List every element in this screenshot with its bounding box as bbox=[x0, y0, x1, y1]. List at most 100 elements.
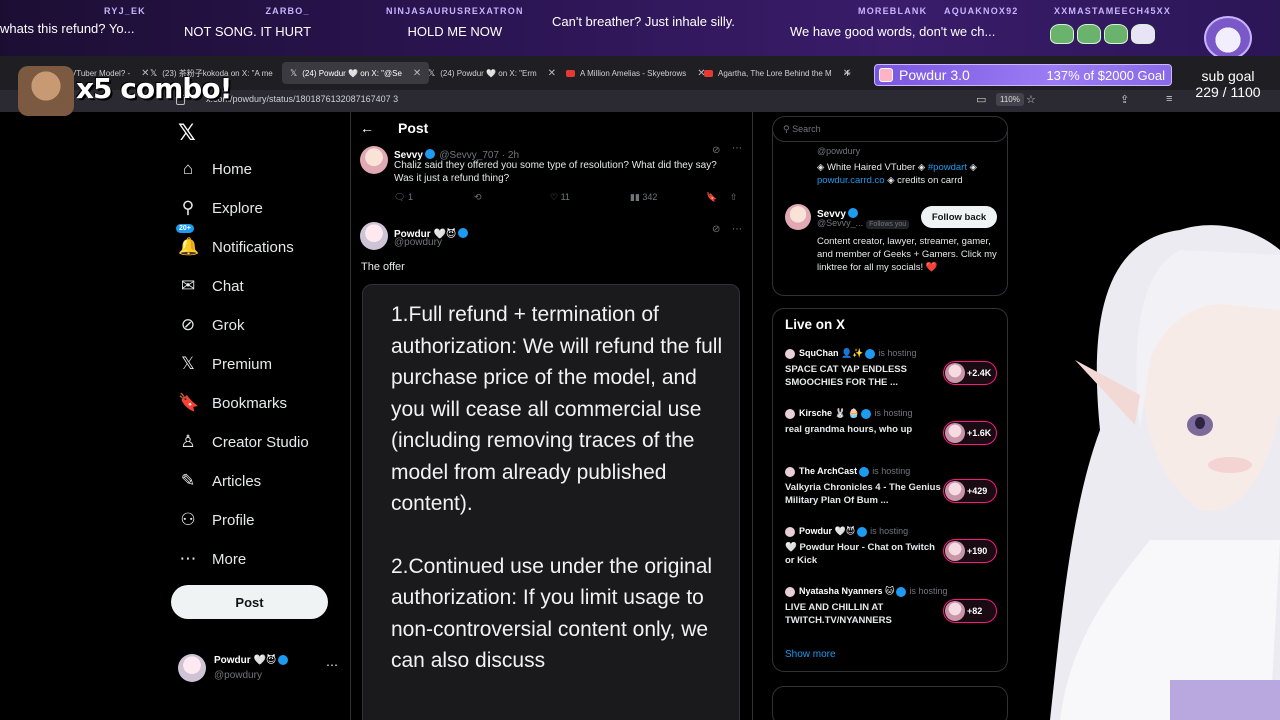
avatar bbox=[945, 363, 965, 383]
search-icon: ⚲ bbox=[181, 198, 195, 217]
grok-icon[interactable]: ⊘ bbox=[712, 224, 720, 235]
listener-count-pill[interactable]: +1.6K bbox=[943, 421, 997, 445]
back-arrow-icon[interactable]: ← bbox=[360, 120, 374, 136]
live-space-row[interactable]: SquChan 👤✨ is hosting SPACE CAT YAP ENDLES… bbox=[785, 347, 999, 397]
more-dots-icon[interactable]: ⋯ bbox=[732, 224, 742, 235]
sub-goal-widget: sub goal 229 / 1100 bbox=[1176, 68, 1280, 100]
listener-count-pill[interactable]: +82 bbox=[943, 599, 997, 623]
nav-item-more[interactable]: ⋯ More bbox=[178, 546, 247, 572]
reply-tweet[interactable]: Sevvy @Sevvy_707 · 2h ⊘ ⋯ Chaliz said th… bbox=[360, 142, 750, 214]
nav-item-home[interactable]: ⌂ Home bbox=[178, 156, 252, 182]
nav-item-label: Notifications bbox=[212, 238, 294, 256]
x-logo-icon[interactable]: 𝕏 bbox=[178, 120, 196, 146]
verified-badge-icon bbox=[857, 526, 868, 537]
nav-item-label: Home bbox=[212, 160, 253, 178]
page-title: Post bbox=[398, 120, 429, 136]
zoom-indicator[interactable]: 110% bbox=[996, 93, 1024, 106]
account-name: Powdur 🤍😈 bbox=[214, 655, 289, 666]
host-name: The ArchCast is hosting bbox=[799, 466, 911, 477]
nav-item-profile[interactable]: ⚇ Profile bbox=[178, 507, 254, 533]
ticker-message: ZARBO_ NOT SONG. IT HURT bbox=[184, 6, 312, 39]
live-space-row[interactable]: The ArchCast is hosting Valkyria Chronicle… bbox=[785, 465, 999, 515]
profile-icon: ⚇ bbox=[180, 510, 196, 529]
retweet-icon[interactable]: ⟲ bbox=[474, 192, 482, 203]
follows-you-badge: Follows you bbox=[866, 220, 910, 229]
ghost-emote-icon bbox=[1131, 24, 1155, 44]
account-switcher[interactable]: Powdur 🤍😈 @powdury ⋯ bbox=[178, 652, 348, 688]
browser-tab[interactable]: A Million Amelias - Skyebrows ✕ bbox=[558, 62, 714, 84]
listener-count-pill[interactable]: +429 bbox=[943, 479, 997, 503]
frog-emote-icon bbox=[1077, 24, 1101, 44]
sidebar-card bbox=[772, 686, 1008, 720]
notification-count-badge: 20+ bbox=[176, 224, 194, 233]
space-title: Valkyria Chronicles 4 - The Genius Milit… bbox=[785, 482, 941, 506]
show-more-link[interactable]: Show more bbox=[785, 649, 836, 660]
browser-tab[interactable]: Agartha, The Lore Behind the M ✕ bbox=[696, 62, 859, 84]
grok-icon[interactable]: ⊘ bbox=[712, 145, 720, 156]
close-tab-icon[interactable]: ✕ bbox=[548, 68, 556, 79]
nav-item-chat[interactable]: ✉ Chat bbox=[178, 273, 244, 299]
articles-icon: ✎ bbox=[180, 471, 196, 490]
listener-count-pill[interactable]: +190 bbox=[943, 539, 997, 563]
live-space-row[interactable]: Powdur 🤍😈 is hosting 🤍 Powdur Hour - Chat … bbox=[785, 525, 999, 575]
avatar bbox=[360, 146, 388, 174]
nav-item-label: Explore bbox=[212, 199, 263, 217]
search-placeholder: ⚲ Search bbox=[783, 124, 821, 134]
avatar bbox=[785, 527, 795, 537]
nav-item-creator-studio[interactable]: ♙ Creator Studio bbox=[178, 429, 308, 455]
reply-button[interactable]: 🗨 1 bbox=[394, 192, 413, 203]
nav-item-grok[interactable]: ⊘ Grok bbox=[178, 312, 245, 338]
search-input[interactable]: ⚲ Search bbox=[772, 116, 1008, 142]
verified-badge-icon bbox=[424, 148, 435, 159]
new-tab-button[interactable]: + bbox=[836, 62, 859, 84]
menu-icon[interactable]: ≡ bbox=[1166, 93, 1172, 105]
more-dots-icon[interactable]: ⋯ bbox=[732, 143, 742, 154]
bookmark-icon: 🔖 bbox=[178, 393, 200, 412]
views-button[interactable]: ▮▮ 342 bbox=[630, 192, 657, 203]
x-premium-icon: 𝕏 bbox=[181, 354, 195, 373]
panel-title: Live on X bbox=[785, 317, 846, 332]
ticker-message: RYJ_EK bbox=[104, 6, 146, 16]
chat-ticker: whats this refund? Yo... RYJ_EK ZARBO_ N… bbox=[0, 0, 1280, 56]
browser-tab[interactable]: 𝕏 (24) Powdur 🤍 on X: "Erm ✕ bbox=[420, 62, 564, 84]
nav-item-explore[interactable]: ⚲ Explore bbox=[178, 195, 263, 221]
live-space-row[interactable]: Nyatasha Nyanners 🐱 is hosting LIVE AND CH… bbox=[785, 585, 999, 635]
more-dots-icon[interactable]: ⋯ bbox=[326, 658, 338, 672]
nav-item-articles[interactable]: ✎ Articles bbox=[178, 468, 261, 494]
donation-goal-bar: Powdur 3.0 137% of $2000 Goal bbox=[874, 64, 1172, 86]
tweet-image[interactable]: 1.Full refund + termination of authoriza… bbox=[362, 284, 740, 720]
sub-goal-value: 229 / 1100 bbox=[1195, 84, 1261, 100]
donation-goal-progress: 137% of $2000 Goal bbox=[1046, 67, 1165, 83]
live-space-row[interactable]: Kirsche 🐰 🧁 is hosting real grandma hours,… bbox=[785, 407, 999, 457]
follow-back-button[interactable]: Follow back bbox=[921, 206, 997, 228]
verified-badge-icon bbox=[458, 227, 469, 238]
share-icon[interactable]: ⇧ bbox=[730, 192, 738, 203]
avatar[interactable] bbox=[360, 222, 388, 250]
host-name: Nyatasha Nyanners 🐱 is hosting bbox=[799, 586, 948, 597]
vtuber-avatar-image bbox=[1030, 210, 1280, 720]
post-button[interactable]: Post bbox=[171, 585, 328, 619]
reader-view-icon[interactable]: ▭ bbox=[976, 93, 986, 106]
host-name: SquChan 👤✨ is hosting bbox=[799, 348, 917, 359]
grok-icon: ⊘ bbox=[180, 315, 196, 334]
nav-item-bookmarks[interactable]: 🔖 Bookmarks bbox=[178, 390, 287, 416]
verified-badge-icon bbox=[896, 586, 907, 597]
user-handle: @Sevvy_... Follows you bbox=[817, 218, 910, 229]
like-button[interactable]: ♡ 11 bbox=[550, 192, 570, 203]
combo-overlay: x5 combo! bbox=[12, 60, 352, 120]
tweet-actions: 🗨 1 ⟲ ♡ 11 ▮▮ 342 🔖 ⇧ bbox=[394, 192, 742, 206]
avatar bbox=[785, 467, 795, 477]
nav-item-notifications[interactable]: 20+ 🔔 Notifications bbox=[176, 224, 294, 260]
avatar bbox=[945, 481, 965, 501]
listener-count-pill[interactable]: +2.4K bbox=[943, 361, 997, 385]
verified-badge-icon bbox=[859, 466, 870, 477]
emote-row bbox=[1050, 24, 1155, 44]
user-bio: Content creator, lawyer, streamer, gamer… bbox=[817, 236, 997, 273]
extension-icon[interactable]: ⇪ bbox=[1120, 93, 1129, 106]
star-bookmark-icon[interactable]: ☆ bbox=[1026, 93, 1036, 106]
avatar bbox=[945, 541, 965, 561]
divider bbox=[752, 112, 753, 720]
bookmark-icon[interactable]: 🔖 bbox=[706, 192, 717, 203]
nav-item-premium[interactable]: 𝕏 Premium bbox=[178, 351, 272, 377]
avatar[interactable] bbox=[785, 204, 811, 230]
